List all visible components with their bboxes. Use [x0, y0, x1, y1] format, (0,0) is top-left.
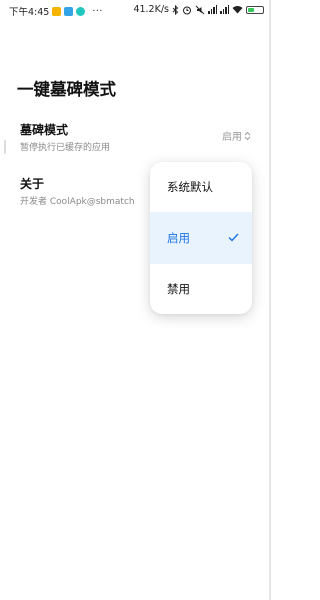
wifi-icon — [232, 6, 243, 14]
scroll-indicator — [4, 140, 6, 154]
battery-icon — [246, 5, 264, 14]
setting-title: 墓碑模式 — [20, 123, 69, 137]
status-bar: 下午4:45 ··· 41.2K/s — [0, 0, 271, 22]
alarm-icon — [183, 6, 191, 14]
setting-title: 关于 — [20, 177, 45, 191]
setting-row-tombstone-mode[interactable]: 墓碑模式 暂停执行已缓存的应用 — [20, 121, 250, 153]
page-title: 一键墓碑模式 — [17, 80, 116, 99]
status-time: 下午4:45 — [9, 7, 50, 18]
notification-app-icon — [64, 6, 74, 16]
option-label: 启用 — [167, 231, 190, 245]
checkmark-icon — [228, 233, 239, 242]
mode-dropdown-menu: 系统默认 启用 禁用 — [150, 162, 252, 314]
setting-subtitle: 暂停执行已缓存的应用 — [20, 143, 111, 153]
dropdown-option-enable[interactable]: 启用 — [150, 212, 252, 264]
mode-value-label: 启用 — [222, 132, 242, 143]
mode-value-dropdown[interactable]: 启用 — [222, 128, 251, 143]
dropdown-option-disable[interactable]: 禁用 — [150, 264, 252, 314]
notification-app-icon — [76, 6, 86, 16]
network-speed: 41.2K/s — [133, 4, 169, 15]
signal-icon — [208, 5, 217, 14]
notification-app-icon — [52, 6, 62, 16]
setting-subtitle: 开发者 CoolApk@sbmatch — [20, 197, 135, 207]
chevron-up-down-icon — [244, 131, 251, 140]
option-label: 系统默认 — [167, 180, 213, 194]
setting-row-about[interactable]: 关于 开发者 CoolApk@sbmatch — [20, 175, 135, 207]
dropdown-option-system-default[interactable]: 系统默认 — [150, 162, 252, 212]
more-notifications-icon: ··· — [92, 5, 103, 17]
window-edge — [269, 0, 271, 600]
option-label: 禁用 — [167, 282, 190, 296]
bluetooth-icon — [172, 4, 179, 15]
signal-icon — [220, 5, 229, 14]
mute-icon — [195, 5, 205, 14]
